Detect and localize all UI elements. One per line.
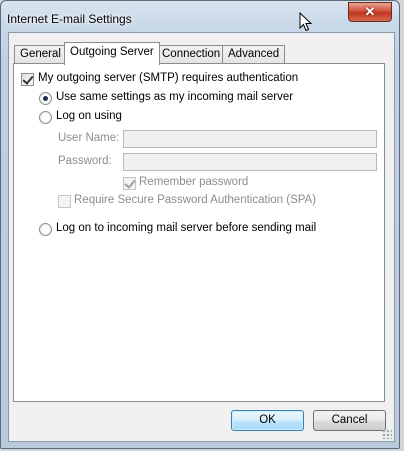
tab-outgoing-server[interactable]: Outgoing Server [64,42,160,65]
use-same-settings-radio[interactable] [39,92,52,105]
mouse-cursor-icon [299,12,313,32]
window-title: Internet E-mail Settings [7,12,132,26]
tab-advanced-label: Advanced [228,48,280,60]
remember-password-checkbox[interactable] [123,177,136,190]
password-label: Password: [58,155,112,167]
log-on-incoming-radio[interactable] [39,223,52,236]
title-bar[interactable]: Internet E-mail Settings ✕ [1,1,399,31]
cancel-button[interactable]: Cancel [313,410,386,431]
log-on-using-label: Log on using [56,110,122,122]
resize-grip[interactable] [382,429,392,439]
use-same-settings-label: Use same settings as my incoming mail se… [56,91,294,103]
dialog-window: Internet E-mail Settings ✕ General Outgo… [0,0,400,449]
spa-checkbox[interactable] [58,195,71,208]
remember-password-label: Remember password [139,176,249,188]
spa-label: Require Secure Password Authentication (… [74,194,317,206]
dialog-client-area: General Outgoing Server Connection Advan… [8,32,395,442]
tab-general[interactable]: General [14,45,67,64]
tab-advanced[interactable]: Advanced [222,45,286,64]
close-icon: ✕ [364,4,376,19]
tab-general-label: General [20,48,61,60]
username-field[interactable] [123,130,377,148]
outgoing-server-panel: My outgoing server (SMTP) requires authe… [13,63,385,402]
password-field[interactable] [123,153,377,171]
requires-auth-label: My outgoing server (SMTP) requires authe… [38,72,299,84]
tab-connection[interactable]: Connection [156,45,227,64]
log-on-incoming-label: Log on to incoming mail server before se… [56,222,317,234]
ok-button[interactable]: OK [231,410,304,431]
tab-outgoing-server-label: Outgoing Server [70,46,154,58]
username-label: User Name: [58,132,120,144]
log-on-using-radio[interactable] [39,111,52,124]
close-button[interactable]: ✕ [348,2,392,22]
tab-connection-label: Connection [162,48,221,60]
requires-auth-checkbox[interactable] [21,73,34,86]
